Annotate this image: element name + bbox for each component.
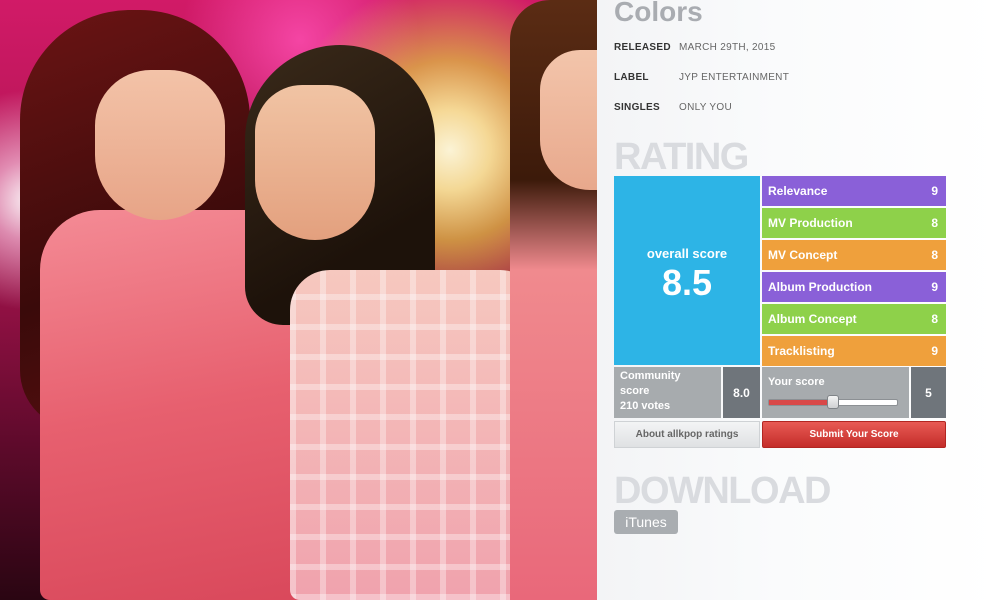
community-score-label-line2: score [620, 385, 650, 397]
your-score-slider-handle[interactable] [827, 395, 839, 409]
your-score-value: 5 [911, 367, 946, 418]
rating-category-tracklisting: Tracklisting 9 [762, 336, 946, 366]
meta-label-value: JYP ENTERTAINMENT [679, 72, 790, 83]
rating-category-album-concept: Album Concept 8 [762, 304, 946, 334]
photo-figure-right-face [540, 50, 597, 190]
photo-figure-middle-face [255, 85, 375, 240]
rating-category-relevance: Relevance 9 [762, 176, 946, 206]
rating-category-label: Tracklisting [768, 344, 835, 358]
download-heading: DOWNLOAD [614, 470, 831, 512]
meta-singles: SINGLES ONLY YOU [614, 102, 732, 113]
album-title: Colors [614, 0, 703, 27]
rating-category-score: 9 [931, 184, 938, 198]
meta-released: RELEASED MARCH 29TH, 2015 [614, 42, 776, 53]
overall-score-label: overall score [646, 246, 728, 261]
rating-category-score: 8 [931, 248, 938, 262]
your-score-slider-fill [769, 400, 833, 405]
meta-label-key: LABEL [614, 72, 649, 83]
rating-category-label: Relevance [768, 184, 828, 198]
community-score-box: Community score 210 votes [614, 367, 721, 418]
rating-category-mv-production: MV Production 8 [762, 208, 946, 238]
photo-figure-middle-dress [290, 270, 540, 600]
album-info-panel: Colors RELEASED MARCH 29TH, 2015 LABEL JYP… [597, 0, 999, 600]
rating-category-label: Album Production [768, 280, 872, 294]
photo-figure-left-face [95, 70, 225, 220]
community-votes: 210 votes [620, 400, 671, 412]
rating-category-label: MV Concept [768, 248, 838, 262]
meta-singles-key: SINGLES [614, 102, 660, 113]
about-ratings-button[interactable]: About allkpop ratings [614, 421, 760, 448]
rating-category-score: 9 [931, 280, 938, 294]
rating-category-score: 8 [931, 216, 938, 230]
overall-score-box: overall score 8.5 [614, 176, 760, 365]
your-score-label: Your score [768, 376, 825, 388]
meta-singles-value: ONLY YOU [679, 102, 732, 113]
meta-released-value: MARCH 29TH, 2015 [679, 42, 776, 53]
community-score-label-line1: Community [620, 370, 681, 382]
your-score-box: Your score [762, 367, 909, 418]
rating-category-label: Album Concept [768, 312, 857, 326]
rating-category-label: MV Production [768, 216, 853, 230]
meta-released-key: RELEASED [614, 42, 671, 53]
community-score-value: 8.0 [723, 367, 760, 418]
your-score-slider[interactable] [768, 395, 898, 409]
rating-category-mv-concept: MV Concept 8 [762, 240, 946, 270]
itunes-download-button[interactable]: iTunes [614, 510, 678, 534]
submit-score-button[interactable]: Submit Your Score [762, 421, 946, 448]
rating-heading: RATING [614, 136, 749, 178]
album-cover-photo [0, 0, 597, 600]
meta-label: LABEL JYP ENTERTAINMENT [614, 72, 789, 83]
rating-category-album-production: Album Production 9 [762, 272, 946, 302]
rating-category-score: 9 [931, 344, 938, 358]
rating-category-score: 8 [931, 312, 938, 326]
overall-score-value: 8.5 [661, 262, 713, 303]
